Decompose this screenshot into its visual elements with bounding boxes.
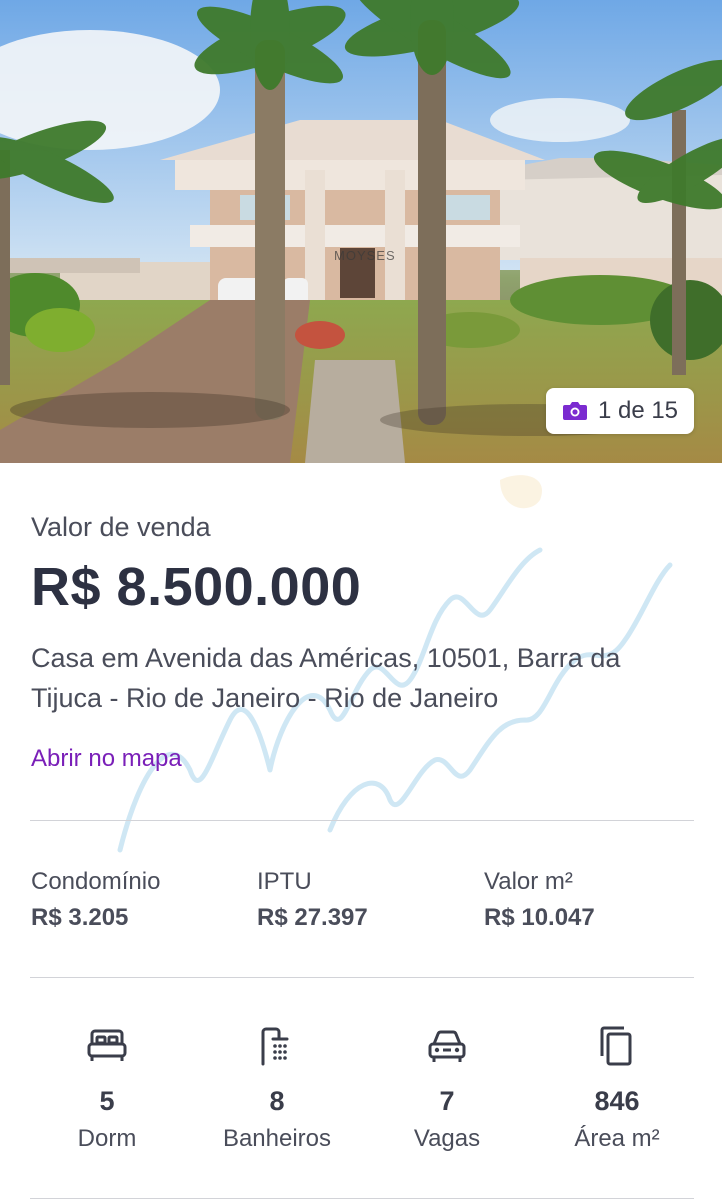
feature-value: 5 [99,1086,115,1116]
feature-label: Vagas [413,1125,481,1152]
sale-label: Valor de venda [31,512,211,542]
feature-label: Banheiros [222,1125,332,1152]
property-address: Casa em Avenida das Américas, 10501, Bar… [31,643,621,713]
fee-label: IPTU [257,868,312,895]
fee-value: R$ 27.397 [257,904,368,931]
divider [30,1198,694,1199]
photo-counter-badge[interactable]: 1 de 15 [546,388,694,434]
divider [30,820,694,821]
fee-label: Condomínio [31,868,161,895]
area-icon [600,1026,632,1066]
feature-value: 846 [594,1086,640,1116]
feature-label: Dorm [77,1125,137,1152]
open-map-link[interactable]: Abrir no mapa [31,745,182,773]
feature-label: Área m² [574,1125,660,1152]
sale-price: R$ 8.500.000 [31,557,362,617]
fee-condominio: Condomínio R$ 3.205 [31,868,160,932]
feature-parking: 7 Vagas [362,1022,532,1153]
fee-valor-m2: Valor m² R$ 10.047 [484,868,595,932]
fee-iptu: IPTU R$ 27.397 [257,868,368,932]
feature-bedrooms: 5 Dorm [22,1022,192,1153]
bed-icon [87,1029,127,1061]
photo-counter: 1 de 15 [597,397,679,424]
fee-label: Valor m² [484,868,573,895]
car-icon [428,1030,466,1062]
fee-value: R$ 10.047 [484,904,595,931]
camera-icon [562,402,587,420]
feature-area: 846 Área m² [532,1022,702,1153]
feature-bathrooms: 8 Banheiros [192,1022,362,1153]
divider [30,977,694,978]
image-logo: MOYSES [334,248,396,263]
fee-value: R$ 3.205 [31,904,129,931]
shower-icon [261,1027,289,1066]
feature-value: 7 [439,1086,455,1116]
feature-value: 8 [269,1086,285,1116]
